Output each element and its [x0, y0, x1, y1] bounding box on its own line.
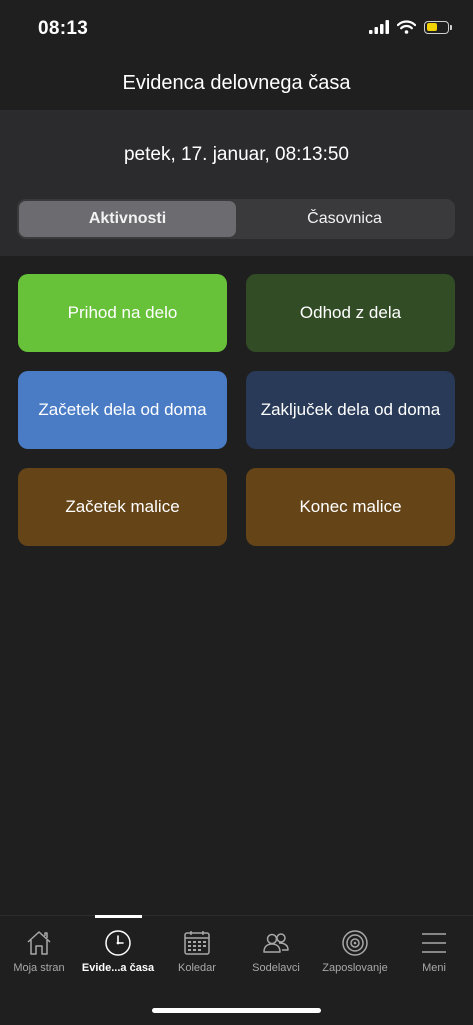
tab-label: Zaposlovanje: [322, 962, 388, 974]
tab-koledar[interactable]: Koledar: [157, 928, 237, 974]
action-grid: Prihod na delo Odhod z dela Začetek dela…: [18, 274, 455, 546]
tab-aktivnosti[interactable]: Aktivnosti: [19, 201, 236, 237]
wifi-icon: [397, 20, 416, 34]
status-icons: [369, 20, 452, 34]
start-remote-work-button[interactable]: Začetek dela od doma: [18, 371, 227, 449]
clock-icon: [105, 930, 131, 956]
tab-label: Moja stran: [13, 962, 65, 974]
end-remote-work-button[interactable]: Zaključek dela od doma: [246, 371, 455, 449]
battery-level: [426, 23, 437, 31]
arrival-button[interactable]: Prihod na delo: [18, 274, 227, 352]
tab-sodelavci[interactable]: Sodelavci: [236, 928, 316, 974]
tab-moja-stran[interactable]: Moja stran: [0, 928, 79, 974]
departure-button[interactable]: Odhod z dela: [246, 274, 455, 352]
calendar-icon: [184, 931, 210, 955]
people-icon: [263, 933, 289, 953]
tab-casovnica[interactable]: Časovnica: [236, 201, 453, 237]
header-panel: petek, 17. januar, 08:13:50 Aktivnosti Č…: [0, 110, 473, 256]
tab-zaposlovanje[interactable]: Zaposlovanje: [315, 928, 395, 974]
active-tab-indicator: [95, 915, 142, 918]
home-indicator[interactable]: [152, 1008, 321, 1013]
home-icon: [27, 931, 51, 955]
tab-label: Evide...a časa: [81, 962, 155, 974]
start-break-button[interactable]: Začetek malice: [18, 468, 227, 546]
current-datetime: petek, 17. januar, 08:13:50: [123, 144, 349, 165]
tab-label: Koledar: [178, 962, 216, 974]
status-time: 08:13: [38, 18, 89, 39]
signal-icon: [369, 20, 389, 34]
battery-icon: [424, 20, 452, 34]
tab-label: Sodelavci: [252, 962, 300, 974]
page-title: Evidenca delovnega časa: [122, 72, 351, 94]
status-bar: 08:13: [0, 0, 473, 60]
menu-icon: [422, 933, 446, 953]
tab-evidenca-casa[interactable]: Evide...a časa: [78, 928, 158, 974]
tab-meni[interactable]: Meni: [394, 928, 473, 974]
tab-label: Meni: [422, 962, 446, 974]
target-icon: [342, 930, 368, 956]
end-break-button[interactable]: Konec malice: [246, 468, 455, 546]
segmented-control: Aktivnosti Časovnica: [17, 199, 455, 239]
